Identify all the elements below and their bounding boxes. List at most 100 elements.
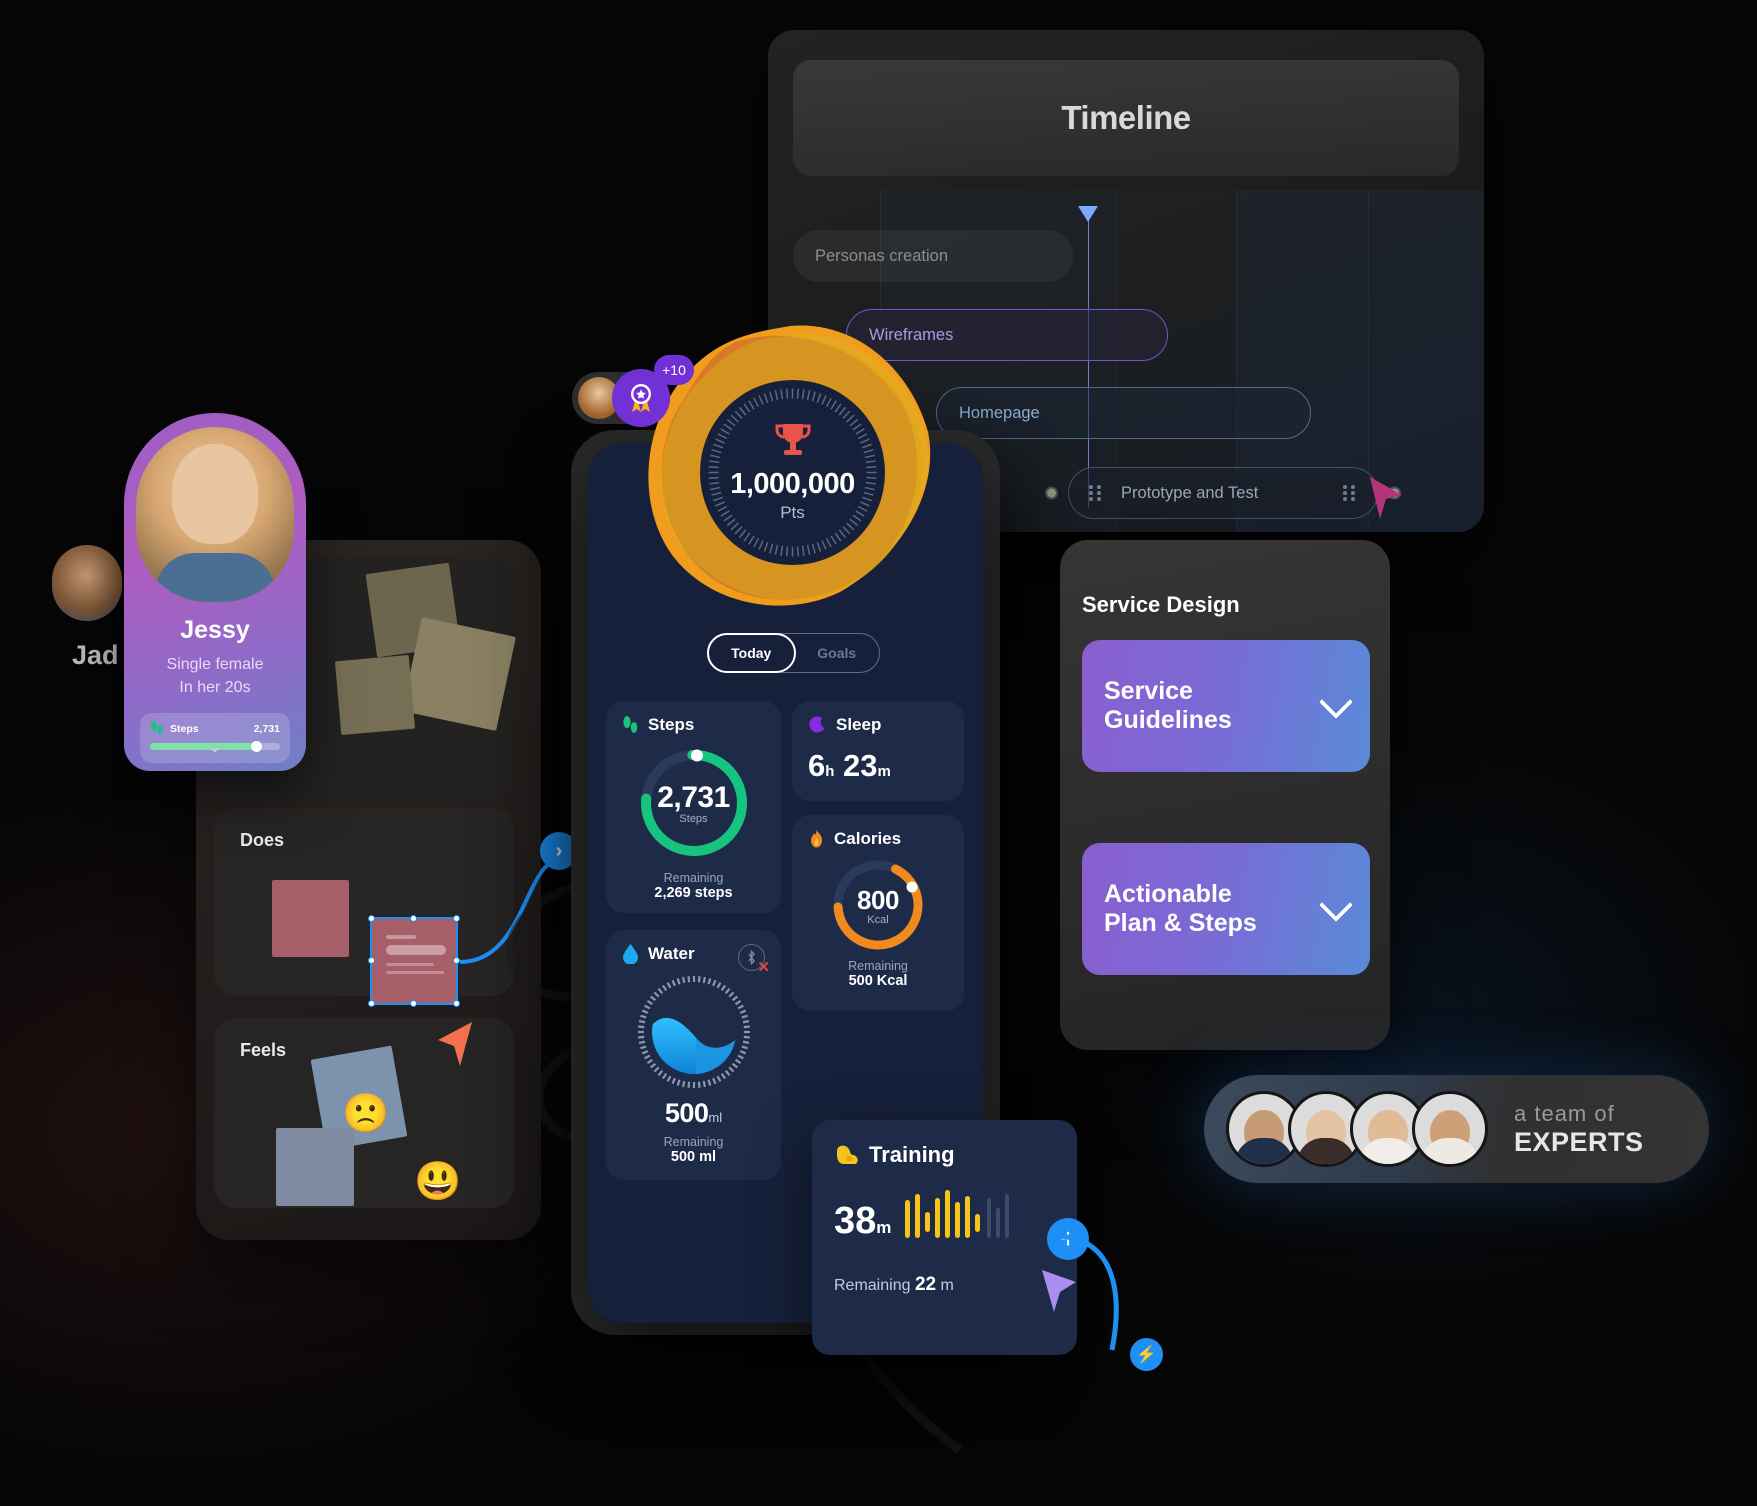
avatar bbox=[136, 427, 294, 602]
sleep-hours-unit: h bbox=[825, 763, 835, 780]
persona-steps-value: 2,731 bbox=[253, 722, 280, 735]
points-increment-badge: +10 bbox=[654, 355, 694, 385]
sleep-minutes-unit: m bbox=[877, 763, 891, 780]
timeline-header: Timeline bbox=[793, 60, 1459, 176]
empathy-feels-title: Feels bbox=[240, 1040, 287, 1060]
experts-line1: a team of bbox=[1514, 1100, 1615, 1126]
sticky-note[interactable] bbox=[334, 654, 416, 736]
actionable-plan-line1: Actionable bbox=[1104, 880, 1232, 909]
drag-grip-icon[interactable] bbox=[1343, 485, 1357, 501]
tab-today[interactable]: Today bbox=[707, 633, 796, 673]
drag-grip-icon[interactable] bbox=[1089, 485, 1103, 501]
timeline-bar-homepage[interactable]: Homepage bbox=[936, 387, 1311, 439]
card-training[interactable]: Training 38m Remaining 22 m + bbox=[812, 1120, 1089, 1355]
water-gauge bbox=[636, 974, 752, 1090]
timeline-title: Timeline bbox=[1061, 99, 1191, 136]
footprints-icon bbox=[151, 721, 163, 735]
persona-desc-line1: Single female bbox=[166, 656, 264, 673]
water-remaining-label: Remaining bbox=[663, 1135, 724, 1149]
selection-box[interactable] bbox=[368, 915, 460, 1007]
service-design-panel: Service Design Service Guidelines Action… bbox=[1060, 540, 1390, 1050]
avatar bbox=[1412, 1091, 1488, 1167]
points-tick-ring bbox=[708, 388, 877, 557]
sleep-moon-graphic-icon bbox=[912, 747, 942, 771]
service-guidelines-line1: Service bbox=[1104, 677, 1193, 706]
service-guidelines-line2: Guidelines bbox=[1104, 706, 1232, 734]
training-remaining-label: Remaining bbox=[834, 1277, 911, 1294]
training-title: Training bbox=[869, 1142, 955, 1167]
persona-card-jessy[interactable]: Jessy Single female In her 20s Steps 2,7… bbox=[124, 413, 306, 771]
actionable-plan-card[interactable]: Actionable Plan & Steps bbox=[1082, 843, 1370, 975]
persona-steps-label: Steps bbox=[170, 722, 199, 735]
footprints-icon bbox=[623, 715, 638, 733]
experts-avatar-group bbox=[1226, 1091, 1488, 1167]
points-badge[interactable]: 1,000,000 Pts bbox=[700, 380, 885, 565]
timeline-bar-label: Homepage bbox=[959, 403, 1040, 422]
flexed-biceps-icon bbox=[837, 1145, 858, 1164]
persona-desc-line2: In her 20s bbox=[179, 679, 251, 696]
timeline-node-left[interactable] bbox=[1045, 486, 1058, 500]
sleep-hours: 6 bbox=[808, 748, 826, 783]
fire-icon bbox=[811, 829, 822, 847]
steps-value: 2,731 bbox=[657, 781, 730, 814]
tab-group: Today Goals bbox=[707, 633, 880, 673]
timeline-bar-personas[interactable]: Personas creation bbox=[793, 230, 1073, 282]
training-unit: m bbox=[876, 1218, 892, 1237]
training-value: 38 bbox=[834, 1200, 877, 1242]
persona-avatar-secondary bbox=[52, 545, 122, 621]
cursor-orange-icon bbox=[438, 1022, 472, 1066]
card-steps[interactable]: Steps 2,731 Steps Remaining 2,269 steps bbox=[606, 701, 781, 913]
empathy-does-title: Does bbox=[240, 830, 285, 850]
cursor-violet-icon bbox=[1042, 1270, 1076, 1312]
timeline-bar-prototype[interactable]: Prototype and Test bbox=[1045, 467, 1401, 519]
persona-name-partial: Jad bbox=[72, 640, 119, 670]
sticky-note[interactable] bbox=[276, 1128, 354, 1206]
steps-progress-ring: 2,731 Steps bbox=[638, 747, 750, 859]
steps-remaining-label: Remaining bbox=[663, 871, 724, 885]
training-waveform bbox=[905, 1190, 1010, 1238]
card-sleep-title: Sleep bbox=[836, 715, 882, 734]
steps-remaining-value: 2,269 steps bbox=[654, 885, 733, 901]
tab-goals[interactable]: Goals bbox=[795, 634, 880, 672]
training-remaining-unit: m bbox=[940, 1277, 954, 1294]
water-remaining-value: 500 ml bbox=[670, 1149, 717, 1165]
chevron-down-icon[interactable] bbox=[1319, 888, 1353, 922]
service-guidelines-card[interactable]: Service Guidelines bbox=[1082, 640, 1370, 772]
close-icon: ✕ bbox=[757, 959, 770, 976]
sticky-note[interactable] bbox=[402, 617, 516, 731]
persona-name: Jessy bbox=[180, 616, 250, 644]
calories-value: 800 bbox=[857, 884, 899, 915]
timeline-bar-label: Prototype and Test bbox=[1121, 483, 1259, 502]
sticky-note[interactable] bbox=[272, 880, 349, 957]
calories-unit: Kcal bbox=[867, 913, 889, 926]
calories-remaining-value: 500 Kcal bbox=[848, 973, 908, 989]
emoji-happy-icon: 😃 bbox=[414, 1161, 462, 1203]
chevron-down-icon[interactable] bbox=[1319, 685, 1353, 719]
water-unit: ml bbox=[708, 1110, 723, 1125]
lightning-button[interactable]: ⚡ bbox=[1130, 1338, 1163, 1371]
chevron-down-icon[interactable]: ⌄ bbox=[208, 737, 221, 757]
cursor-magenta-icon bbox=[1370, 477, 1402, 519]
experts-text: a team of EXPERTS bbox=[1514, 1101, 1644, 1158]
sleep-minutes: 23 bbox=[843, 748, 878, 783]
service-design-title: Service Design bbox=[1082, 592, 1240, 617]
calories-progress-ring: 800 Kcal bbox=[830, 857, 926, 953]
card-sleep[interactable]: Sleep 6h 23m bbox=[792, 701, 964, 801]
calories-remaining-label: Remaining bbox=[848, 959, 908, 973]
water-value: 500 bbox=[664, 1098, 709, 1128]
card-water-title: Water bbox=[648, 944, 695, 963]
card-water[interactable]: Water ✕ 500ml Remaining 500 ml bbox=[606, 930, 781, 1180]
canvas-root: Timeline Personas creation Wireframes Ho… bbox=[0, 0, 1757, 1506]
card-calories[interactable]: Calories 800 Kcal Remaining 500 Kcal bbox=[792, 815, 964, 1011]
card-calories-title: Calories bbox=[834, 829, 902, 848]
timeline-bar-label: Personas creation bbox=[815, 246, 948, 265]
training-remaining-value: 22 bbox=[914, 1274, 937, 1295]
moon-icon bbox=[809, 715, 825, 732]
steps-unit: Steps bbox=[679, 813, 708, 825]
actionable-plan-line2: Plan & Steps bbox=[1104, 909, 1257, 937]
persona-description: Single female In her 20s bbox=[124, 653, 306, 699]
water-drop-icon bbox=[623, 944, 638, 964]
card-steps-title: Steps bbox=[648, 715, 695, 734]
experts-pill: a team of EXPERTS bbox=[1204, 1075, 1709, 1183]
experts-line2: EXPERTS bbox=[1514, 1126, 1644, 1157]
